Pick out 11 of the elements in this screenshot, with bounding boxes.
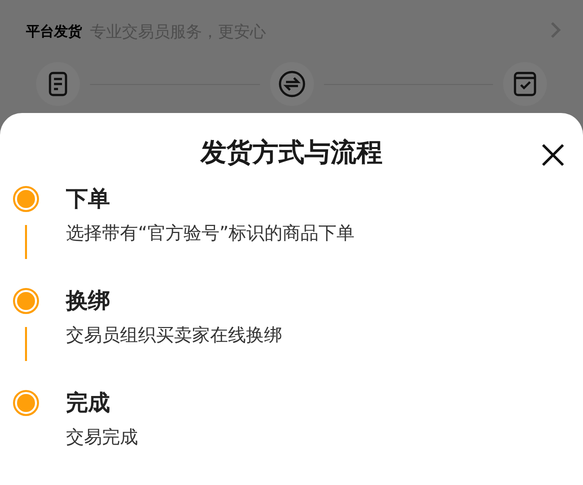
section-title: 平台发货 bbox=[26, 22, 82, 42]
step-title: 完成 bbox=[66, 390, 110, 418]
step-description: 选择带有“官方验号”标识的商品下单 bbox=[66, 222, 355, 246]
checked-box-icon bbox=[511, 70, 539, 98]
sheet-title: 发货方式与流程 bbox=[200, 136, 382, 170]
exchange-icon bbox=[278, 70, 306, 98]
step-title: 下单 bbox=[66, 186, 110, 214]
step-title: 换绑 bbox=[66, 288, 110, 316]
step-description: 交易完成 bbox=[66, 426, 138, 450]
close-icon[interactable] bbox=[541, 143, 565, 167]
step-description: 交易员组织买卖家在线换绑 bbox=[66, 324, 282, 348]
